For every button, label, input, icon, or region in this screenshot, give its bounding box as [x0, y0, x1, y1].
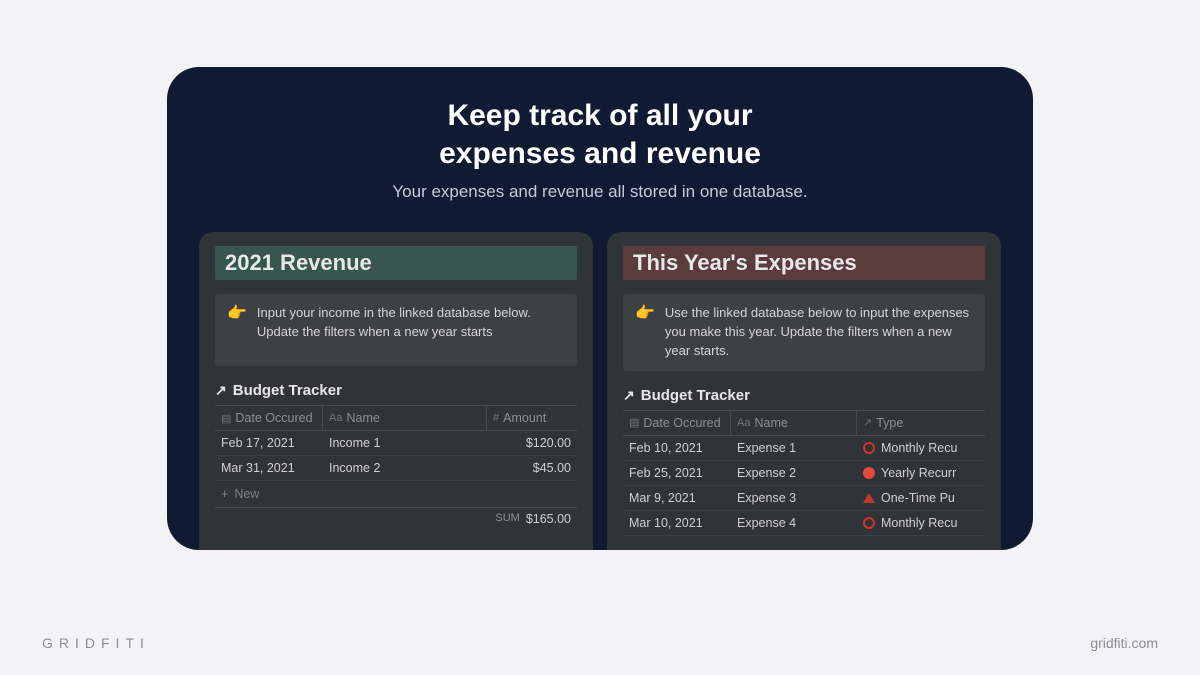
revenue-table: ▤ Date Occured Aa Name # Amount Feb 17, … [215, 405, 577, 526]
cell-date: Mar 31, 2021 [215, 456, 323, 480]
footer-brand: GRIDFITI [42, 635, 150, 651]
col-amount[interactable]: # Amount [487, 406, 577, 430]
expenses-callout-text: Use the linked database below to input t… [665, 304, 973, 361]
text-icon: Aa [737, 417, 750, 429]
panels-wrap: 2021 Revenue 👉 Input your income in the … [199, 232, 1001, 550]
pointing-right-icon: 👉 [227, 304, 247, 356]
cell-type: Monthly Recu [857, 436, 985, 460]
cell-date: Feb 17, 2021 [215, 431, 323, 455]
col-date[interactable]: ▤ Date Occured [215, 406, 323, 430]
revenue-panel: 2021 Revenue 👉 Input your income in the … [199, 232, 593, 550]
col-name[interactable]: Aa Name [731, 411, 857, 435]
hero-subtitle: Your expenses and revenue all stored in … [167, 182, 1033, 202]
expenses-callout: 👉 Use the linked database below to input… [623, 294, 985, 371]
sum-value: $165.00 [526, 512, 571, 526]
text-icon: Aa [329, 412, 342, 424]
expenses-db-title[interactable]: ↗ Budget Tracker [623, 387, 985, 404]
cell-name: Expense 4 [731, 511, 857, 535]
hero-title-line2: expenses and revenue [439, 137, 761, 170]
expenses-header: This Year's Expenses [623, 246, 985, 280]
cell-amount: $45.00 [487, 456, 577, 480]
dot-red-icon [863, 467, 875, 479]
cell-name: Income 1 [323, 431, 487, 455]
table-row[interactable]: Feb 10, 2021 Expense 1 Monthly Recu [623, 436, 985, 461]
revenue-db-title[interactable]: ↗ Budget Tracker [215, 382, 577, 399]
footer-url: gridfiti.com [1090, 635, 1158, 651]
sum-row: SUM $165.00 [215, 507, 577, 526]
table-row[interactable]: Mar 9, 2021 Expense 3 One-Time Pu [623, 486, 985, 511]
expenses-table-head: ▤ Date Occured Aa Name ↗ Type [623, 410, 985, 436]
cell-name: Income 2 [323, 456, 487, 480]
col-type[interactable]: ↗ Type [857, 411, 985, 435]
cell-name: Expense 2 [731, 461, 857, 485]
table-row[interactable]: Mar 10, 2021 Expense 4 Monthly Recu [623, 511, 985, 536]
calendar-icon: ▤ [629, 416, 639, 429]
pointing-right-icon: 👉 [635, 304, 655, 361]
table-row[interactable]: Feb 17, 2021 Income 1 $120.00 [215, 431, 577, 456]
col-name[interactable]: Aa Name [323, 406, 487, 430]
cell-type: Monthly Recu [857, 511, 985, 535]
new-row-button[interactable]: + New [215, 481, 577, 507]
ring-red-icon [863, 517, 875, 529]
cell-date: Mar 9, 2021 [623, 486, 731, 510]
cell-date: Feb 25, 2021 [623, 461, 731, 485]
new-row-label: New [234, 487, 259, 501]
expenses-panel: This Year's Expenses 👉 Use the linked da… [607, 232, 1001, 550]
cell-date: Mar 10, 2021 [623, 511, 731, 535]
cell-date: Feb 10, 2021 [623, 436, 731, 460]
expenses-table: ▤ Date Occured Aa Name ↗ Type Feb 10, 20… [623, 410, 985, 536]
col-date[interactable]: ▤ Date Occured [623, 411, 731, 435]
table-row[interactable]: Mar 31, 2021 Income 2 $45.00 [215, 456, 577, 481]
hero-card: Keep track of all your expenses and reve… [167, 67, 1033, 550]
table-row[interactable]: Feb 25, 2021 Expense 2 Yearly Recurr [623, 461, 985, 486]
sum-label: SUM [495, 512, 519, 526]
revenue-callout: 👉 Input your income in the linked databa… [215, 294, 577, 366]
linked-db-icon: ↗ [215, 382, 227, 399]
cell-amount: $120.00 [487, 431, 577, 455]
expenses-db-title-text: Budget Tracker [641, 387, 750, 404]
linked-db-icon: ↗ [623, 387, 635, 404]
calendar-icon: ▤ [221, 412, 231, 425]
hero-title-line1: Keep track of all your [447, 99, 752, 132]
triangle-red-icon [863, 493, 875, 503]
number-icon: # [493, 412, 499, 424]
ring-red-icon [863, 442, 875, 454]
cell-name: Expense 1 [731, 436, 857, 460]
plus-icon: + [221, 487, 228, 501]
revenue-db-title-text: Budget Tracker [233, 382, 342, 399]
relation-icon: ↗ [863, 416, 872, 429]
revenue-callout-text: Input your income in the linked database… [257, 304, 565, 356]
hero-title: Keep track of all your expenses and reve… [167, 97, 1033, 172]
cell-type: Yearly Recurr [857, 461, 985, 485]
revenue-table-head: ▤ Date Occured Aa Name # Amount [215, 405, 577, 431]
cell-name: Expense 3 [731, 486, 857, 510]
cell-type: One-Time Pu [857, 486, 985, 510]
revenue-header: 2021 Revenue [215, 246, 577, 280]
